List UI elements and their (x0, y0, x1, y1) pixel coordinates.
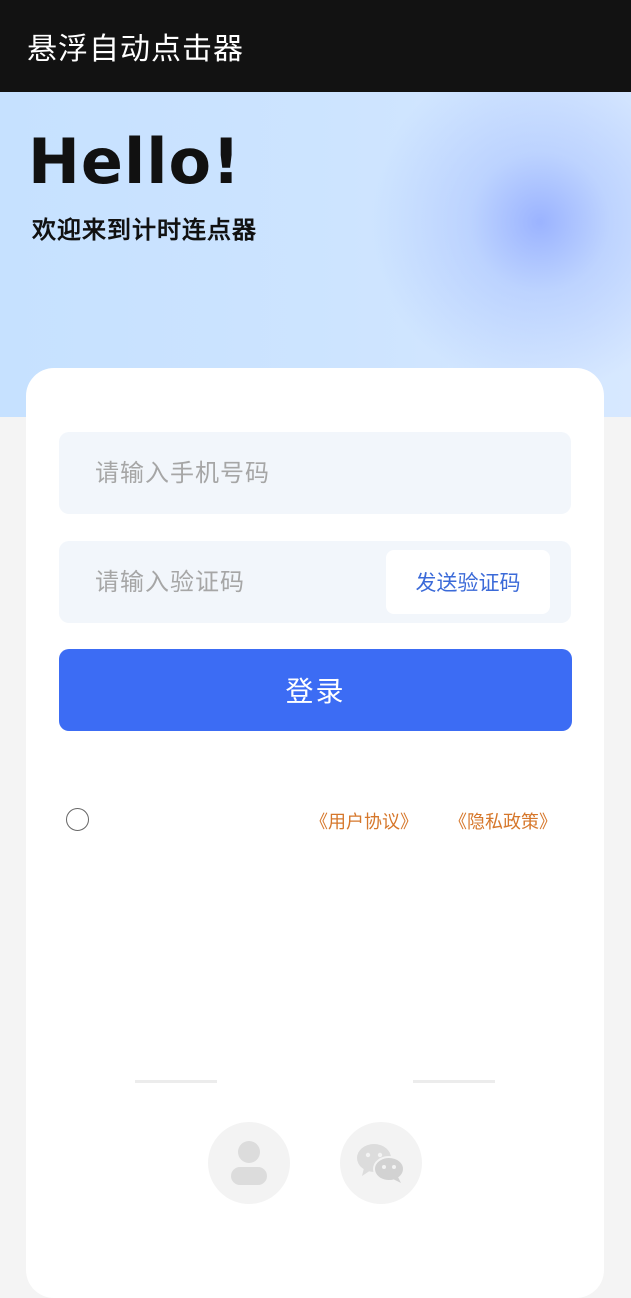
divider-right (413, 1080, 495, 1083)
phone-input[interactable] (93, 458, 377, 488)
user-agreement-link[interactable]: 《用户协议》 (310, 808, 418, 834)
divider-left (135, 1080, 217, 1083)
wechat-login-button[interactable] (340, 1122, 422, 1204)
account-login-button[interactable] (208, 1122, 290, 1204)
app-title: 悬浮自动点击器 (27, 32, 244, 67)
hero-subtitle: 欢迎来到计时连点器 (32, 216, 257, 244)
send-code-button[interactable]: 发送验证码 (386, 550, 550, 614)
login-card: 发送验证码 登录 《用户协议》 《隐私政策》 (26, 368, 604, 1298)
hero-greeting: Hello! (28, 125, 242, 198)
verification-code-input[interactable] (93, 567, 377, 597)
agreement-radio[interactable] (66, 808, 89, 831)
login-button[interactable]: 登录 (59, 649, 572, 731)
app-bar: 悬浮自动点击器 (0, 0, 631, 92)
phone-field-container (59, 432, 571, 514)
code-field-container: 发送验证码 (59, 541, 571, 623)
wechat-icon (357, 1144, 405, 1183)
user-icon (231, 1141, 267, 1185)
privacy-policy-link[interactable]: 《隐私政策》 (449, 808, 557, 834)
